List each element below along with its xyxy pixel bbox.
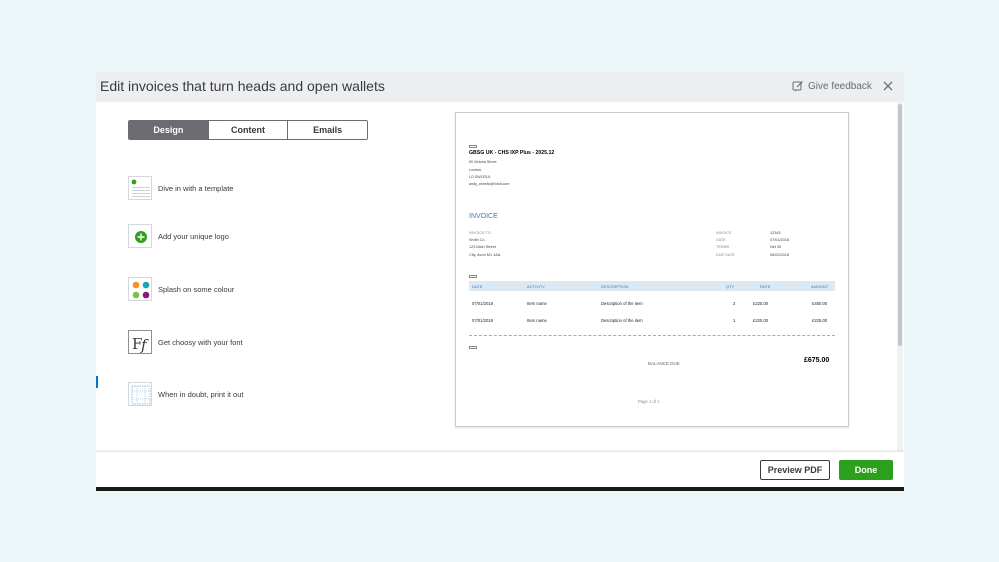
- invoice-preview: GBSG UK - CHS IXP Plus - 2025.12 80 Vict…: [455, 112, 849, 427]
- cell-activity: Item name: [527, 301, 547, 306]
- meta-value: 12345: [770, 231, 781, 235]
- modal-header: Edit invoices that turn heads and open w…: [96, 72, 904, 102]
- scrollbar-thumb[interactable]: [898, 104, 902, 346]
- feedback-label: Give feedback: [808, 80, 872, 92]
- logo-placeholder: [469, 145, 477, 148]
- cell-rate: £225.00: [753, 301, 769, 306]
- meta-label: DATE: [716, 238, 726, 242]
- feature-print[interactable]: When in doubt, print it out: [128, 382, 243, 406]
- feature-colour[interactable]: Splash on some colour: [128, 277, 234, 301]
- cell-date: 07/01/2018: [472, 318, 493, 323]
- font-icon: F f: [128, 330, 152, 354]
- print-icon: [128, 382, 152, 406]
- column-header: AMOUNT: [811, 284, 829, 289]
- selection-indicator: [96, 376, 98, 388]
- feature-font[interactable]: F f Get choosy with your font: [128, 330, 243, 354]
- column-header: QTY: [726, 284, 735, 289]
- placeholder-mark: [469, 346, 477, 349]
- cell-qty: 1: [733, 318, 736, 323]
- invoice-title: INVOICE: [469, 213, 498, 220]
- invoice-editor-modal: Edit invoices that turn heads and open w…: [96, 72, 904, 490]
- feature-colour-label: Splash on some colour: [158, 284, 235, 294]
- modal-bottom-edge: [96, 487, 904, 491]
- column-header: DESCRIPTION: [601, 284, 629, 289]
- preview-pdf-button[interactable]: Preview PDF: [760, 460, 830, 480]
- editor-tabs: Design Content Emails: [128, 120, 368, 140]
- tab-content[interactable]: Content: [208, 121, 289, 139]
- cell-date: 07/01/2018: [472, 301, 493, 306]
- company-email: andy_annello@intuit.com: [469, 182, 510, 186]
- customer-line: Smith Co.: [469, 238, 486, 242]
- column-header: RATE: [760, 284, 771, 289]
- svg-text:f: f: [140, 336, 149, 354]
- cell-amount: £225.00: [812, 318, 828, 323]
- table-divider: [469, 335, 835, 336]
- feature-template[interactable]: Dive in with a template: [128, 176, 233, 200]
- cell-description: Description of the item: [601, 301, 643, 306]
- invoice-to-label: INVOICE TO: [469, 231, 491, 235]
- customer-line: 123 Main Street: [469, 245, 496, 249]
- meta-label: INVOICE: [716, 231, 732, 235]
- feature-template-label: Dive in with a template: [158, 183, 234, 193]
- cell-activity: Item name: [527, 318, 547, 323]
- give-feedback-link[interactable]: Give feedback: [792, 80, 872, 92]
- feature-font-label: Get choosy with your font: [158, 337, 243, 347]
- invoice-company-name: GBSG UK - CHS IXP Plus - 2025.12: [469, 150, 555, 156]
- cell-rate: £225.00: [753, 318, 769, 323]
- invoice-table-header: DATE ACTIVITY DESCRIPTION QTY RATE AMOUN…: [469, 281, 835, 291]
- add-logo-icon: [128, 224, 152, 248]
- customer-line: City, Avon M1 1AA: [469, 253, 501, 257]
- tab-emails[interactable]: Emails: [288, 121, 367, 139]
- feature-logo-label: Add your unique logo: [158, 231, 229, 241]
- meta-value: 07/01/2018: [770, 238, 790, 242]
- balance-due-amount: £675.00: [804, 357, 830, 364]
- company-address-line: LO SW1E5JL: [469, 175, 491, 179]
- feature-print-label: When in doubt, print it out: [158, 389, 244, 399]
- company-address-line: London,: [469, 168, 482, 172]
- colour-palette-icon: [128, 277, 152, 301]
- balance-due-label: BALANCE DUE: [648, 361, 680, 366]
- modal-footer: Preview PDF Done: [96, 451, 904, 490]
- placeholder-mark: [469, 275, 477, 278]
- meta-value: Net 30: [770, 245, 782, 249]
- company-address-line: 80 Victoria Street: [469, 160, 497, 164]
- feature-logo[interactable]: Add your unique logo: [128, 224, 229, 248]
- cell-amount: £450.00: [812, 301, 828, 306]
- column-header: ACTIVITY: [527, 284, 546, 289]
- tab-design[interactable]: Design: [129, 121, 209, 139]
- cell-description: Description of the item: [601, 318, 643, 323]
- cell-qty: 2: [733, 301, 736, 306]
- modal-title: Edit invoices that turn heads and open w…: [100, 78, 385, 94]
- template-icon: [128, 176, 152, 200]
- close-icon[interactable]: [882, 80, 894, 92]
- feedback-icon: [792, 81, 803, 92]
- page-indicator: Page 1 of 1: [638, 399, 660, 404]
- done-button[interactable]: Done: [839, 460, 893, 480]
- meta-label: TERMS: [716, 245, 730, 249]
- meta-value: 06/02/2018: [770, 253, 790, 257]
- column-header: DATE: [472, 284, 483, 289]
- meta-label: DUE DATE: [716, 253, 735, 257]
